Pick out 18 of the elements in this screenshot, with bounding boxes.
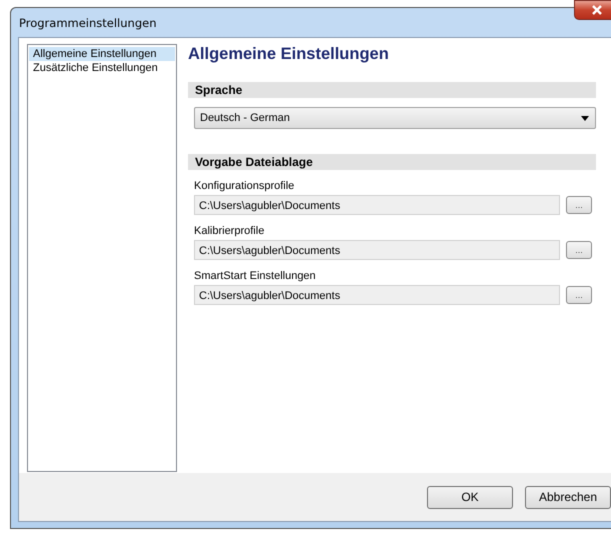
browse-button[interactable]: ... bbox=[566, 241, 592, 259]
path-field[interactable]: C:\Users\agubler\Documents bbox=[194, 195, 560, 215]
path-field[interactable]: C:\Users\agubler\Documents bbox=[194, 285, 560, 305]
field-label: SmartStart Einstellungen bbox=[194, 269, 317, 283]
sidebar-item[interactable]: Zusätzliche Einstellungen bbox=[29, 61, 175, 75]
browse-button[interactable]: ... bbox=[566, 196, 592, 214]
language-dropdown[interactable]: Deutsch - German bbox=[194, 107, 596, 129]
browse-button[interactable]: ... bbox=[566, 286, 592, 304]
window-title: Programmeinstellungen bbox=[19, 16, 156, 30]
page-title: Allgemeine Einstellungen bbox=[188, 45, 390, 65]
section-heading: Vorgabe Dateiablage bbox=[188, 154, 596, 170]
sidebar-item[interactable]: Allgemeine Einstellungen bbox=[29, 47, 175, 61]
ok-button[interactable]: OK bbox=[427, 486, 513, 508]
section-heading: Sprache bbox=[188, 82, 596, 98]
cancel-button[interactable]: Abbrechen bbox=[525, 486, 611, 508]
field-label: Konfigurationsprofile bbox=[194, 179, 296, 193]
path-field[interactable]: C:\Users\agubler\Documents bbox=[194, 240, 560, 260]
field-label: Kalibrierprofile bbox=[194, 224, 266, 238]
